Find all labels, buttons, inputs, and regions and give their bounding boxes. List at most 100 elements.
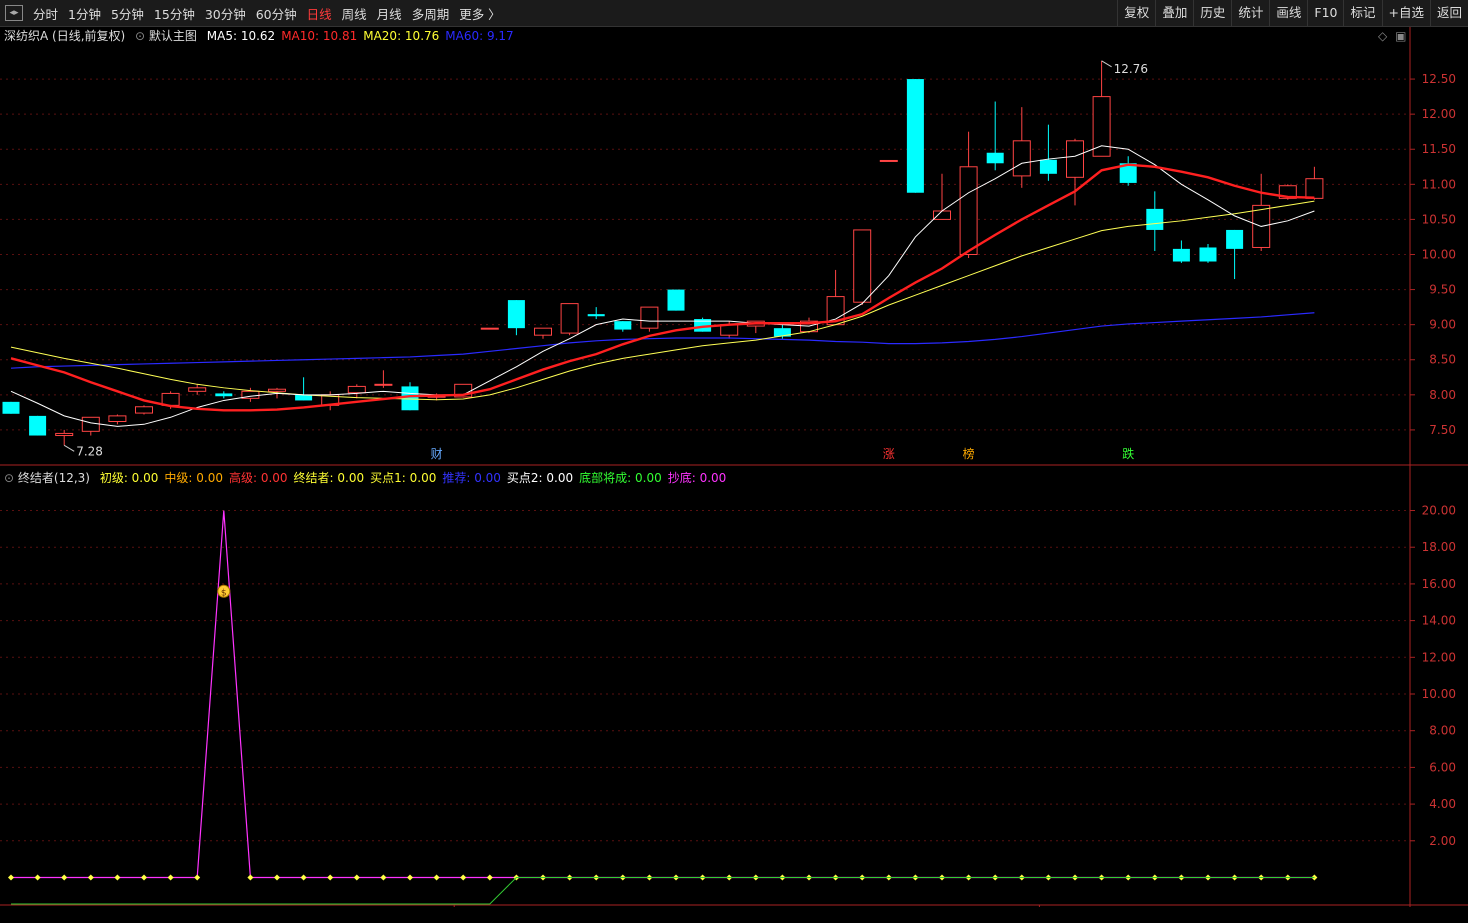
ma5-line (10, 145, 1315, 427)
zero-diamond-marker (274, 874, 280, 881)
tool-button-7[interactable]: +自选 (1381, 0, 1430, 26)
candle-body-up (108, 415, 127, 422)
stock-name[interactable]: 深纺织A (日线,前复权) (4, 29, 125, 43)
event-marker-0: 财 (431, 447, 443, 461)
indicator-legend-item-0: 初级: 0.00 (99, 471, 159, 485)
candle-body-down (507, 300, 525, 329)
indicator-legend-item-2: 高级: 0.00 (228, 471, 288, 485)
candle-body-down (614, 321, 632, 330)
candle-body-down (215, 393, 233, 397)
money-bag-symbol: $ (221, 588, 227, 598)
candle-body-down (1226, 229, 1244, 249)
diamond-icon[interactable]: ◇ (1378, 29, 1387, 43)
period-tab-5[interactable]: 60分钟 (251, 4, 302, 23)
ma-legend-item-3: MA60: 9.17 (445, 29, 514, 43)
high-pointer (1101, 60, 1112, 68)
maximize-icon[interactable]: ▣ (1395, 29, 1406, 43)
template-toggle-icon[interactable]: ⊙ (135, 29, 145, 43)
candle-body-up (959, 166, 978, 255)
indicator-legend-item-7: 底部将成: 0.00 (579, 471, 662, 485)
period-tab-6[interactable]: 日线 (302, 4, 337, 23)
candle-body-up (879, 159, 898, 162)
candle-body-down (587, 314, 605, 317)
indicator-y-tick-label: 16.00 (1422, 577, 1456, 591)
indicator-legend-item-4: 买点1: 0.00 (370, 471, 437, 485)
ma-legend-item-0: MA5: 10.62 (206, 29, 276, 43)
period-tab-8[interactable]: 月线 (372, 4, 407, 23)
candle-body-up (347, 385, 366, 394)
indicator-legend-item-8: 抄底: 0.00 (667, 471, 727, 485)
zero-diamond-marker (34, 874, 41, 881)
window-corner-icon[interactable]: ◂▸ (5, 5, 23, 21)
main-y-tick-label: 10.50 (1422, 212, 1456, 226)
zero-diamond-marker (114, 874, 121, 881)
period-tab-0[interactable]: 分时 (28, 4, 63, 23)
period-tab-3[interactable]: 15分钟 (149, 4, 200, 23)
candle-body-down (2, 401, 20, 414)
period-tab-7[interactable]: 周线 (337, 4, 372, 23)
kline-chart[interactable]: 12.50 12.00 11.50 11.00 10.50 10.00 9.50 9.00 8.… (0, 27, 1468, 907)
zero-diamond-marker (486, 874, 493, 881)
ma-legend-item-1: MA10: 10.81 (281, 29, 358, 43)
zero-diamond-marker (141, 874, 147, 881)
candle-body-up (188, 387, 207, 392)
indicator-legend-item-3: 终结者: 0.00 (293, 471, 365, 485)
indicator-toggle-icon[interactable]: ⊙ (4, 471, 14, 485)
tool-button-4[interactable]: 画线 (1269, 0, 1307, 26)
ma-legend: MA5: 10.62 MA10: 10.81 MA20: 10.76 MA60: 9.… (201, 29, 514, 43)
template-name[interactable]: 默认主图 (149, 29, 197, 43)
period-tab-2[interactable]: 5分钟 (106, 4, 149, 23)
candle-body-up (81, 416, 100, 432)
period-tabs: 分时 1分钟 5分钟 15分钟 30分钟 60分钟 日线 周线 月线 多周期 更多 〉 (28, 4, 506, 23)
indicator-y-tick-label: 8.00 (1429, 724, 1456, 738)
tool-button-3[interactable]: 统计 (1231, 0, 1269, 26)
candle-body-up (640, 306, 659, 329)
chaodi-line (11, 510, 1315, 879)
candle-body-up (268, 388, 286, 392)
tool-button-8[interactable]: 返回 (1429, 0, 1468, 26)
candle-body-up (135, 406, 153, 414)
main-y-tick-label: 10.00 (1422, 247, 1456, 261)
candle-body-up (480, 327, 499, 330)
period-tab-9[interactable]: 多周期 (407, 4, 455, 23)
low-pointer (63, 444, 75, 452)
period-tab-10[interactable]: 更多 〉 (454, 4, 505, 23)
event-marker-1: 涨 (883, 446, 895, 461)
zero-diamond-marker (380, 874, 387, 881)
candle-body-down (1146, 208, 1164, 230)
zero-diamond-marker (300, 874, 307, 881)
indicator-legend-item-1: 中级: 0.00 (164, 471, 223, 485)
tool-button-6[interactable]: 标记 (1343, 0, 1381, 26)
high-price-label: 12.76 (1114, 62, 1148, 76)
zero-diamond-marker (353, 874, 360, 881)
zero-diamond-marker (87, 874, 94, 881)
main-y-tick-label: 11.00 (1422, 177, 1456, 191)
indicator-y-tick-label: 14.00 (1422, 614, 1456, 628)
zero-diamond-marker (167, 874, 174, 881)
indicator-legend-item-6: 买点2: 0.00 (506, 471, 574, 485)
indicator-y-tick-label: 4.00 (1429, 797, 1456, 811)
candle-body-up (1305, 178, 1324, 199)
candle-body-up (374, 383, 393, 386)
indicator-y-tick-label: 10.00 (1422, 687, 1456, 701)
indicator-y-tick-label: 6.00 (1429, 760, 1456, 774)
tool-button-1[interactable]: 叠加 (1155, 0, 1193, 26)
indicator-title[interactable]: 终结者(12,3) (18, 471, 90, 485)
tool-buttons: 复权 叠加 历史 统计 画线 F10 标记 +自选 返回 (1117, 0, 1468, 26)
period-tab-4[interactable]: 30分钟 (200, 4, 251, 23)
indicator-info-bar: ⊙ 终结者(12,3) 初级: 0.00 中级: 0.00 高级: 0.00 终结者:… (4, 469, 726, 486)
ma10-line (10, 163, 1315, 412)
indicator-y-tick-label: 2.00 (1429, 834, 1456, 848)
main-y-tick-label: 8.50 (1429, 353, 1456, 367)
zero-diamond-marker (8, 874, 14, 881)
candle-body-up (560, 303, 579, 334)
candle-body-up (853, 229, 872, 303)
main-y-tick-label: 11.50 (1422, 142, 1456, 156)
candle-body-down (667, 289, 685, 311)
tool-button-2[interactable]: 历史 (1193, 0, 1231, 26)
period-tab-1[interactable]: 1分钟 (63, 4, 106, 23)
tool-button-5[interactable]: F10 (1307, 0, 1343, 26)
tool-button-0[interactable]: 复权 (1117, 0, 1155, 26)
indicator-y-tick-label: 18.00 (1422, 540, 1456, 554)
zero-diamond-marker (433, 874, 440, 881)
